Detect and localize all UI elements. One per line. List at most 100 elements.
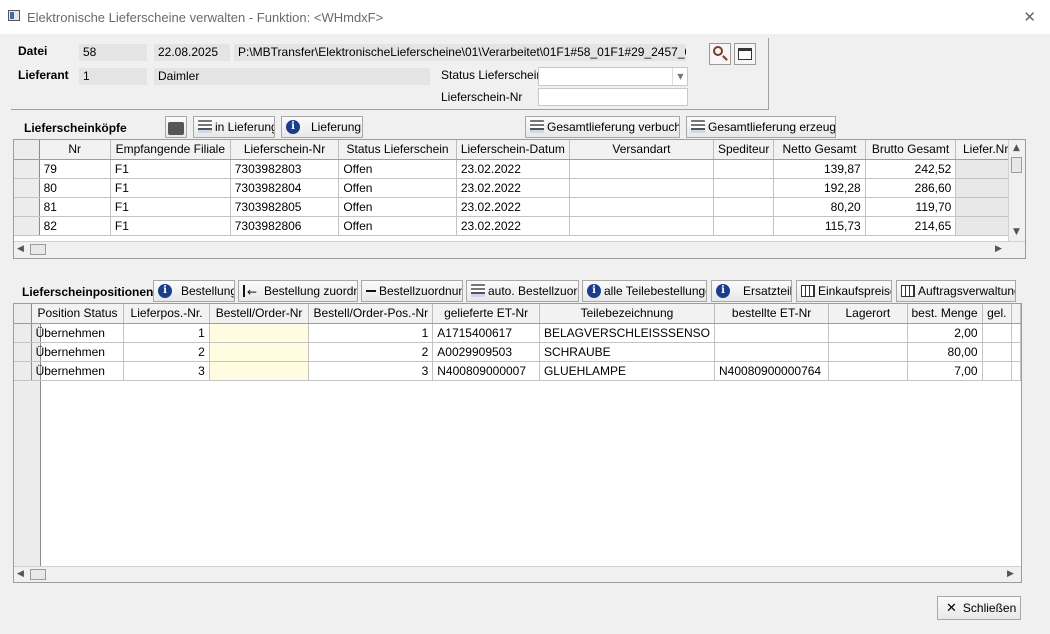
row-selector[interactable]: [14, 342, 32, 362]
row-selector[interactable]: [14, 323, 32, 343]
table-cell[interactable]: 3: [123, 361, 210, 381]
status-lieferschein-select[interactable]: [538, 67, 688, 86]
table-cell[interactable]: 80: [39, 178, 111, 198]
table-cell[interactable]: 7,00: [907, 361, 983, 381]
table-cell[interactable]: 2,00: [907, 323, 983, 343]
table-cell[interactable]: 3: [308, 361, 434, 381]
table-cell[interactable]: 23.02.2022: [456, 216, 570, 236]
row-selector[interactable]: [14, 178, 40, 198]
table-cell[interactable]: 139,87: [773, 159, 866, 179]
table-cell[interactable]: [209, 323, 310, 343]
table-cell[interactable]: [209, 342, 310, 362]
table-cell[interactable]: 119,70: [865, 197, 957, 217]
table-cell[interactable]: N400809000007: [432, 361, 540, 381]
table-cell[interactable]: F1: [110, 159, 231, 179]
table-cell[interactable]: [569, 159, 714, 179]
lieferung-button[interactable]: i Lieferung: [281, 116, 363, 138]
koepfe-column-header[interactable]: Lieferschein-Datum: [456, 140, 570, 160]
table-cell[interactable]: Offen: [338, 159, 457, 179]
print-button[interactable]: [165, 116, 187, 138]
bestellung-zuordnen-button[interactable]: Bestellung zuordnen: [238, 280, 358, 302]
table-cell[interactable]: 1: [308, 323, 434, 343]
koepfe-column-header[interactable]: Status Lieferschein: [338, 140, 457, 160]
row-selector[interactable]: [14, 159, 40, 179]
row-selector[interactable]: [14, 197, 40, 217]
table-cell[interactable]: 80,00: [907, 342, 983, 362]
open-window-button[interactable]: [734, 43, 756, 65]
table-cell[interactable]: 7303982805: [230, 197, 340, 217]
positionen-column-header[interactable]: bestellte ET-Nr: [714, 304, 830, 324]
table-cell[interactable]: 82: [39, 216, 111, 236]
table-cell[interactable]: 7303982804: [230, 178, 340, 198]
table-cell[interactable]: 80,20: [773, 197, 866, 217]
table-cell[interactable]: [955, 178, 1016, 198]
positionen-column-header[interactable]: Bestell/Order-Nr: [209, 304, 310, 324]
table-cell[interactable]: 192,28: [773, 178, 866, 198]
positionen-column-header[interactable]: Bestell/Order-Pos.-Nr: [308, 304, 434, 324]
table-cell[interactable]: [955, 159, 1016, 179]
table-cell[interactable]: [828, 361, 908, 381]
scroll-thumb[interactable]: [30, 244, 46, 255]
positionen-column-header[interactable]: best. Menge: [907, 304, 983, 324]
table-cell[interactable]: BELAGVERSCHLEISSSENSO: [539, 323, 716, 343]
table-cell[interactable]: A0029909503: [432, 342, 540, 362]
table-cell[interactable]: SCHRAUBE: [539, 342, 716, 362]
table-cell[interactable]: [955, 197, 1016, 217]
table-cell[interactable]: [982, 361, 1013, 381]
table-cell[interactable]: Offen: [338, 216, 457, 236]
table-cell[interactable]: 7303982806: [230, 216, 340, 236]
schliessen-button[interactable]: ✕ Schließen: [937, 596, 1021, 620]
koepfe-vertical-scrollbar[interactable]: ▲ ▼: [1008, 140, 1025, 241]
table-cell[interactable]: 242,52: [865, 159, 957, 179]
scroll-thumb[interactable]: [30, 569, 46, 580]
bestellung-button[interactable]: i Bestellung: [153, 280, 235, 302]
table-cell[interactable]: [209, 361, 310, 381]
koepfe-column-header[interactable]: Nr: [39, 140, 111, 160]
table-row[interactable]: Übernehmen 3 3 N400809000007 GLUEHLAMPE N4008…: [14, 361, 1021, 381]
koepfe-column-header[interactable]: Spediteur: [713, 140, 775, 160]
table-cell[interactable]: F1: [110, 216, 231, 236]
row-selector[interactable]: [14, 216, 40, 236]
table-cell[interactable]: 23.02.2022: [456, 178, 570, 198]
table-cell[interactable]: A1715400617: [432, 323, 540, 343]
table-cell[interactable]: F1: [110, 178, 231, 198]
table-cell[interactable]: [828, 323, 908, 343]
scroll-down-icon[interactable]: ▼: [1013, 227, 1020, 237]
positionen-column-header[interactable]: Position Status: [31, 304, 125, 324]
table-cell[interactable]: [828, 342, 908, 362]
koepfe-column-header[interactable]: Empfangende Filiale: [110, 140, 231, 160]
search-file-button[interactable]: [709, 43, 731, 65]
koepfe-column-header[interactable]: Versandart: [569, 140, 714, 160]
positionen-corner-cell[interactable]: [14, 304, 32, 324]
in-lieferung-button[interactable]: in Lieferung: [193, 116, 275, 138]
table-cell[interactable]: [714, 323, 830, 343]
table-cell[interactable]: [713, 216, 775, 236]
table-cell[interactable]: N40080900000764: [714, 361, 830, 381]
table-cell[interactable]: Übernehmen: [31, 361, 125, 381]
table-cell[interactable]: [713, 178, 775, 198]
table-cell[interactable]: 81: [39, 197, 111, 217]
positionen-column-header[interactable]: gelieferte ET-Nr: [432, 304, 540, 324]
scroll-left-icon[interactable]: ◀: [17, 244, 24, 254]
lieferschein-nr-input[interactable]: [538, 88, 688, 106]
bestellzuordnung-button[interactable]: Bestellzuordnung: [361, 280, 463, 302]
koepfe-horizontal-scrollbar[interactable]: ◀ ▶: [14, 241, 1025, 258]
positionen-column-header[interactable]: Lieferpos.-Nr.: [123, 304, 210, 324]
table-cell[interactable]: [569, 216, 714, 236]
koepfe-corner-cell[interactable]: [14, 140, 40, 160]
table-cell[interactable]: F1: [110, 197, 231, 217]
table-row[interactable]: 80 F1 7303982804 Offen 23.02.2022 192,28 286,6…: [14, 178, 1025, 198]
table-cell[interactable]: [569, 197, 714, 217]
einkaufspreise-button[interactable]: Einkaufspreise: [796, 280, 892, 302]
auftragsverwaltung-button[interactable]: Auftragsverwaltung: [896, 280, 1016, 302]
row-selector[interactable]: [14, 361, 32, 381]
table-cell[interactable]: 23.02.2022: [456, 159, 570, 179]
table-cell[interactable]: Übernehmen: [31, 342, 125, 362]
koepfe-column-header[interactable]: Liefer.Nr: [955, 140, 1016, 160]
scroll-thumb[interactable]: [1011, 157, 1022, 173]
table-cell[interactable]: Offen: [338, 178, 457, 198]
table-cell[interactable]: [713, 159, 775, 179]
ersatzteil-button[interactable]: i Ersatzteil: [711, 280, 792, 302]
gesamtlieferung-verbuchen-button[interactable]: Gesamtlieferung verbuchen: [525, 116, 680, 138]
table-cell[interactable]: 7303982803: [230, 159, 340, 179]
